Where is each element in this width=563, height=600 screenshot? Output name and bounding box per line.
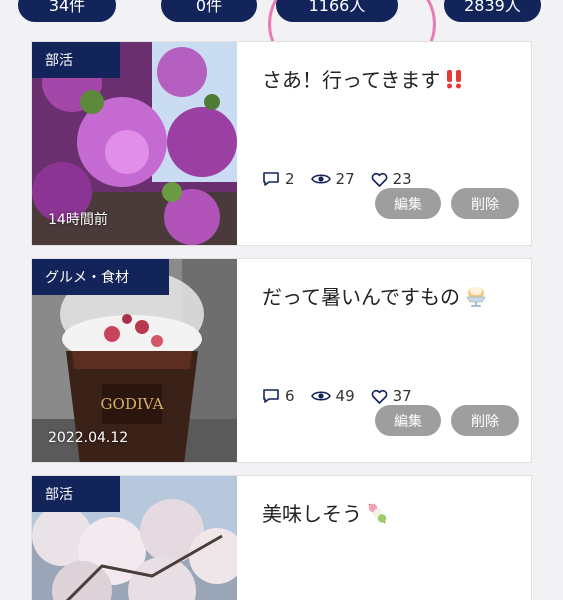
- view-count-value: 49: [335, 387, 355, 405]
- category-badge: 部活: [32, 42, 120, 78]
- post-title[interactable]: さあ！行ってきます: [262, 64, 464, 93]
- stat-pill-following[interactable]: 2839人: [444, 0, 541, 22]
- stat-value: 34件: [48, 0, 86, 15]
- like-count-value: 37: [392, 387, 412, 405]
- post-stats: 2 27 23: [262, 170, 422, 188]
- stat-value: 2839人: [464, 0, 521, 15]
- view-count: 49: [310, 387, 355, 405]
- edit-button[interactable]: 編集: [375, 188, 441, 219]
- eye-icon: [310, 391, 331, 401]
- stat-value: 1166人: [308, 0, 366, 15]
- page: 34件 0件 1166人 2839人 部活 14時間前 さあ！行ってきます 2 …: [0, 0, 563, 600]
- dango-icon: [368, 502, 387, 524]
- comment-count-value: 2: [285, 170, 295, 188]
- post-thumbnail[interactable]: 部活: [32, 476, 237, 600]
- post-stats: 6 49 37: [262, 387, 422, 405]
- godiva-logo-text: GODIVA: [101, 395, 164, 413]
- comment-count[interactable]: 2: [262, 170, 295, 188]
- post-thumbnail[interactable]: GODIVA グルメ・食材 2022.04.12: [32, 259, 237, 462]
- post-title[interactable]: だって暑いんですもの: [262, 281, 488, 310]
- comment-icon: [263, 389, 279, 403]
- stat-pill-drafts[interactable]: 0件: [161, 0, 257, 22]
- post-card[interactable]: GODIVA グルメ・食材 2022.04.12 だって暑いんですもの 6 49: [31, 258, 532, 463]
- category-badge: グルメ・食材: [32, 259, 169, 295]
- stat-pill-followers[interactable]: 1166人: [276, 0, 398, 22]
- heart-icon: [371, 389, 387, 404]
- heart-icon: [371, 172, 387, 187]
- comment-count[interactable]: 6: [262, 387, 295, 405]
- comment-count-value: 6: [285, 387, 295, 405]
- view-count-value: 27: [335, 170, 355, 188]
- category-badge: 部活: [32, 476, 120, 512]
- delete-button[interactable]: 削除: [451, 188, 519, 219]
- edit-button[interactable]: 編集: [375, 405, 441, 436]
- post-title-text: さあ！行ってきます: [262, 68, 441, 92]
- post-timestamp: 14時間前: [48, 212, 108, 228]
- delete-button[interactable]: 削除: [451, 405, 519, 436]
- double-exclamation-icon: [447, 69, 462, 88]
- like-count[interactable]: 23: [371, 170, 412, 188]
- eye-icon: [310, 174, 331, 184]
- post-card[interactable]: 部活 美味しそう: [31, 475, 532, 600]
- post-timestamp: 2022.04.12: [48, 430, 129, 446]
- post-title[interactable]: 美味しそう: [262, 498, 388, 527]
- post-title-text: 美味しそう: [262, 502, 362, 526]
- comment-icon: [263, 172, 279, 186]
- post-title-text: だって暑いんですもの: [262, 285, 460, 309]
- post-card[interactable]: 部活 14時間前 さあ！行ってきます 2 27 23 編集 削除: [31, 41, 532, 246]
- view-count: 27: [310, 170, 355, 188]
- post-thumbnail[interactable]: 部活 14時間前: [32, 42, 237, 245]
- stat-pill-posts[interactable]: 34件: [18, 0, 116, 22]
- sundae-icon: [466, 286, 486, 307]
- stat-value: 0件: [195, 0, 223, 15]
- like-count-value: 23: [392, 170, 412, 188]
- like-count[interactable]: 37: [371, 387, 412, 405]
